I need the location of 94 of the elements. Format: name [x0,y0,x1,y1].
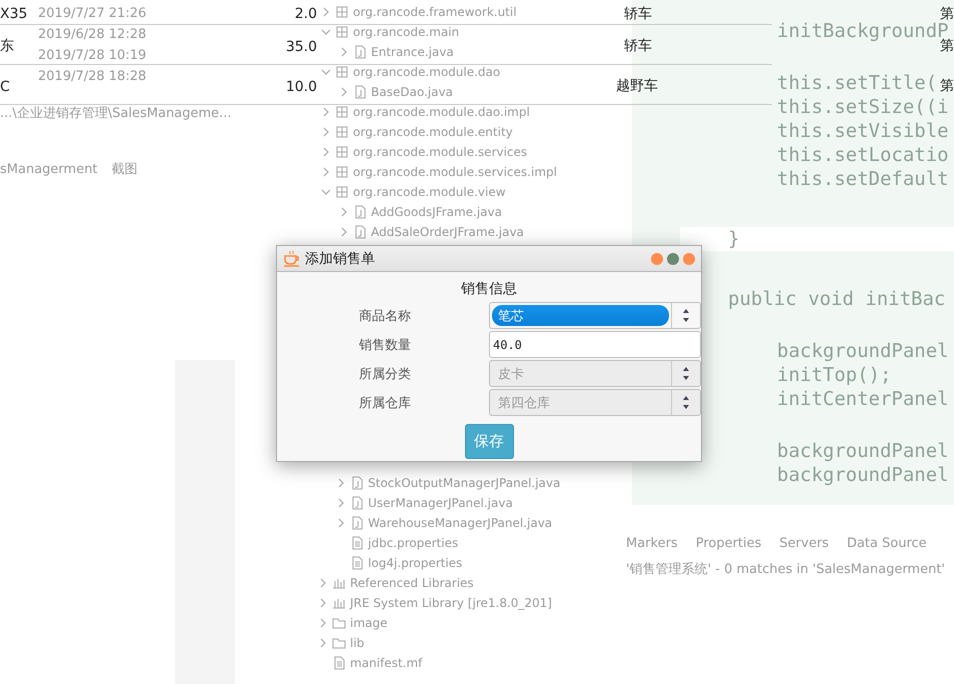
tree-item[interactable]: org.rancode.module.dao.impl [353,105,530,119]
table-cell: 2.0 [294,6,317,22]
field-label: 商品名称 [358,308,412,324]
code-line: backgroundPanel [777,466,949,484]
code-line: initBackgroundP [777,22,949,40]
java-file-icon [353,205,367,219]
expand-icon[interactable] [321,147,331,157]
table-cell: 轿车 [624,6,652,22]
panel-tab[interactable]: Markers [626,536,678,551]
tree-item[interactable]: lib [350,636,364,650]
code-line: this.setLocatio [777,146,949,164]
expand-icon[interactable] [321,167,331,177]
tree-item[interactable]: manifest.mf [350,656,422,670]
package-icon [335,145,349,159]
code-line: backgroundPanel [777,442,949,460]
table-cell: 越野车 [616,78,658,94]
panel-tab[interactable]: Properties [696,536,762,551]
code-line: public void initBac [728,290,946,308]
code-line: this.setTitle( [777,74,938,92]
package-icon [335,185,349,199]
field-label: 销售数量 [358,336,412,354]
tree-item[interactable]: org.rancode.module.services [353,145,528,159]
java-file-icon [350,476,364,490]
code-line: this.setSize((i [777,98,949,116]
code-line: backgroundPanel [777,342,949,360]
file-icon [350,556,364,570]
tree-item[interactable]: BaseDao.java [371,85,453,99]
package-icon [335,165,349,179]
collapse-icon[interactable] [321,187,331,197]
breadcrumb-item[interactable]: sManagerment [0,162,98,176]
field-label: 所属仓库 [358,394,412,412]
section-heading: 销售信息 [460,280,518,298]
library-version: [jre1.8.0_201] [468,596,552,610]
java-file-icon [350,516,364,530]
code-line: initTop(); [777,366,892,384]
table-cell: 第 [940,6,954,22]
file-icon [332,656,346,670]
java-file-icon [353,225,367,239]
code-line: initCenterPanel [777,390,949,408]
tree-item[interactable]: org.rancode.main [353,25,460,39]
file-date: 2019/7/27 21:26 [38,6,146,21]
java-file-icon [350,496,364,510]
breadcrumb-item[interactable]: 截图 [112,160,138,178]
folder-icon [332,636,346,650]
file-date: 2019/7/28 18:28 [38,69,146,84]
tree-item[interactable]: image [350,616,388,630]
tree-item[interactable]: StockOutputManagerJPanel.java [368,476,560,490]
tree-item[interactable]: AddGoodsJFrame.java [371,205,502,219]
table-cell: 东 [0,38,14,54]
tree-item[interactable]: org.rancode.module.view [353,185,506,199]
package-icon [335,125,349,139]
tree-item[interactable]: UserManagerJPanel.java [368,496,513,510]
quantity-field[interactable]: 40.0 [489,331,701,358]
tree-item[interactable]: Referenced Libraries [350,576,474,590]
tree-item[interactable]: org.rancode.module.services.impl [353,165,557,179]
tree-item[interactable]: jdbc.properties [368,536,458,550]
library-icon [332,576,346,590]
tree-item[interactable]: org.rancode.module.entity [353,125,513,139]
code-line: this.setVisible [777,122,949,140]
tree-item[interactable]: Entrance.java [371,45,454,59]
panel-tab[interactable]: Servers [779,536,829,551]
window-title: 添加销售单 [305,250,376,268]
code-line: this.setDefault [777,170,949,188]
package-icon [335,105,349,119]
tree-item[interactable]: AddSaleOrderJFrame.java [371,225,524,239]
table-cell: 第 [940,78,954,94]
tree-item[interactable]: JRE System Library [350,596,464,610]
file-date: 2019/7/28 10:19 [38,48,146,63]
file-icon [350,536,364,550]
table-cell: C [0,78,10,94]
save-button[interactable]: 保存 [464,424,514,459]
search-status: '销售管理系统' - 0 matches in 'SalesManagerment' [626,562,946,577]
table-cell: 轿车 [624,38,652,54]
tree-item[interactable]: org.rancode.framework.util [353,5,517,19]
table-cell: X35 [0,6,28,22]
folder-icon [332,616,346,630]
close-control[interactable] [683,252,695,264]
code-line: } [728,230,740,248]
minimize-control[interactable] [651,252,663,264]
tree-item[interactable]: log4j.properties [368,556,462,570]
table-cell: 10.0 [286,78,317,94]
expand-icon[interactable] [321,127,331,137]
folder-path: ...\企业进销存管理\SalesManageme... [0,106,232,121]
library-icon [332,596,346,610]
expand-icon[interactable] [321,107,331,117]
dropdown-field[interactable]: 笔芯 [489,302,701,329]
table-cell: 35.0 [286,38,317,54]
maximize-control[interactable] [667,252,679,264]
panel-tab[interactable]: Data Source [846,536,927,551]
tree-item[interactable]: WarehouseManagerJPanel.java [368,516,552,530]
file-date: 2019/6/28 12:28 [38,27,146,42]
field-label: 所属分类 [358,366,412,382]
tree-item[interactable]: org.rancode.module.dao [353,65,500,79]
coffee-cup-icon [283,250,301,268]
